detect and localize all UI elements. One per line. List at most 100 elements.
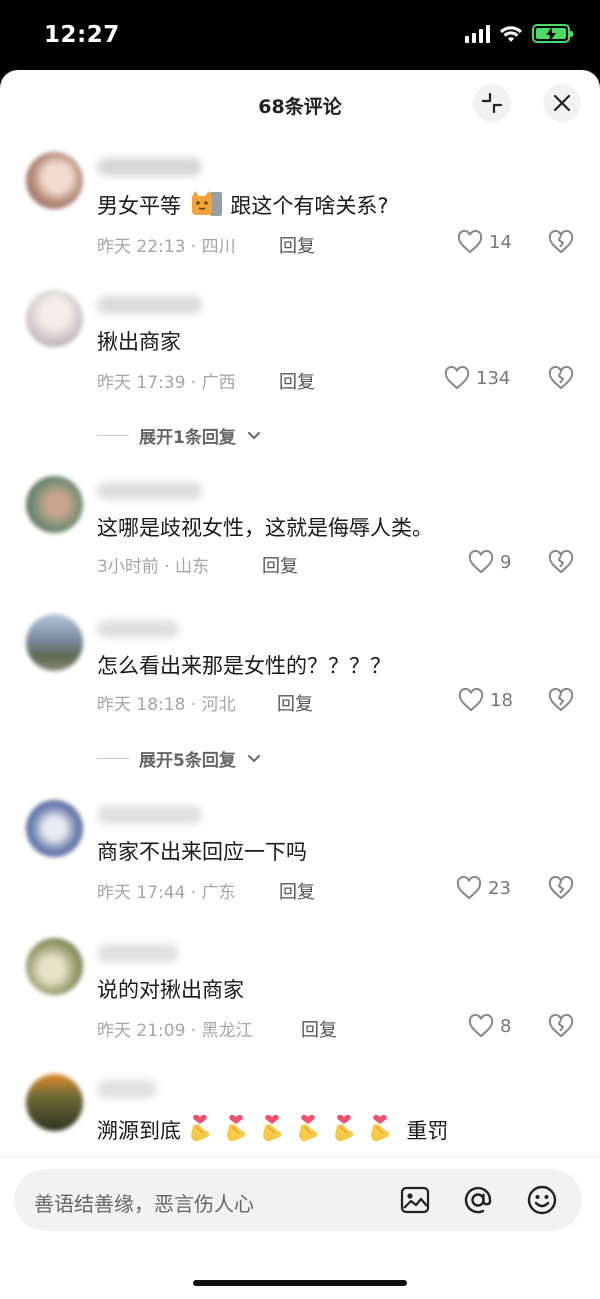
reply-button[interactable]: 回复: [301, 1016, 337, 1042]
status-time: 12:27: [44, 22, 120, 48]
at-icon: [464, 1186, 492, 1214]
reply-button[interactable]: 回复: [279, 368, 315, 394]
reply-button[interactable]: 回复: [279, 878, 315, 904]
username[interactable]: [97, 482, 202, 500]
broken-heart-icon[interactable]: [548, 366, 574, 390]
heart-icon: [468, 550, 494, 574]
heart-icon: [456, 876, 482, 900]
reply-button[interactable]: 回复: [279, 232, 315, 258]
like-button[interactable]: 18: [458, 688, 513, 712]
comment-item: 这哪是歧视女性，这就是侮辱人类。 3小时前 · 山东 回复 9: [0, 476, 600, 596]
status-bar: 12:27: [0, 0, 600, 70]
like-count: 9: [500, 551, 512, 573]
signal-icon: [465, 24, 490, 43]
comment-text: 揪出商家: [97, 330, 181, 354]
username[interactable]: [97, 158, 202, 176]
comment-input-placeholder: 善语结善缘，恶言伤人心: [34, 1192, 254, 1216]
comment-text: 怎么看出来那是女性的？？？？: [97, 654, 391, 678]
status-icons: [465, 24, 573, 43]
comment-text-part: 重罚: [406, 1119, 449, 1143]
comment-meta: 昨天 18:18 · 河北: [97, 695, 236, 715]
sheet-header: 68条评论: [0, 70, 600, 136]
avatar[interactable]: [26, 152, 83, 209]
avatar[interactable]: [26, 290, 83, 347]
comment-item: 怎么看出来那是女性的？？？？ 昨天 18:18 · 河北 回复 18: [0, 614, 600, 734]
comment-text-part: 男女平等: [97, 194, 181, 218]
avatar[interactable]: [26, 938, 83, 995]
heart-hands-emojis: [188, 1112, 400, 1149]
chevron-down-icon: [247, 431, 260, 439]
broken-heart-icon[interactable]: [548, 876, 574, 900]
like-button[interactable]: 14: [457, 230, 512, 254]
comment-meta: 昨天 17:44 · 广东: [97, 883, 236, 903]
heart-icon: [468, 1014, 494, 1038]
collapse-icon: [481, 92, 503, 114]
comment-item: 溯源到底 重罚: [0, 1074, 600, 1156]
heart-icon: [457, 230, 483, 254]
close-button[interactable]: [543, 84, 581, 122]
like-button[interactable]: 134: [444, 366, 510, 390]
heart-icon: [444, 366, 470, 390]
comment-item: 男女平等 跟这个有啥关系? 昨天 22:13 · 四川 回复 14: [0, 150, 600, 270]
comment-text: 溯源到底 重罚: [97, 1112, 448, 1149]
avatar[interactable]: [26, 476, 83, 533]
emoji-button[interactable]: [525, 1183, 559, 1217]
emoji-icon: [527, 1185, 557, 1215]
like-count: 18: [490, 689, 513, 711]
like-button[interactable]: 9: [468, 550, 511, 574]
comment-item: 说的对揪出商家 昨天 21:09 · 黑龙江 回复 8: [0, 938, 600, 1058]
reply-button[interactable]: 回复: [262, 552, 298, 578]
broken-heart-icon[interactable]: [548, 1014, 574, 1038]
battery-icon: [532, 24, 573, 43]
broken-heart-icon[interactable]: [548, 550, 574, 574]
expand-replies-label: 展开5条回复: [139, 751, 236, 771]
comment-list[interactable]: 男女平等 跟这个有啥关系? 昨天 22:13 · 四川 回复 14 揪出商家 昨…: [0, 136, 600, 1156]
like-count: 8: [500, 1015, 512, 1037]
chevron-down-icon: [247, 754, 260, 762]
comment-text: 商家不出来回应一下吗: [97, 840, 307, 864]
like-count: 14: [489, 231, 512, 253]
divider: [97, 758, 129, 759]
avatar[interactable]: [26, 800, 83, 857]
expand-replies-label: 展开1条回复: [139, 428, 236, 448]
comment-item: 揪出商家 昨天 17:39 · 广西 回复 134: [0, 288, 600, 408]
username[interactable]: [97, 1080, 157, 1098]
image-icon: [400, 1186, 430, 1214]
comment-item: 商家不出来回应一下吗 昨天 17:44 · 广东 回复 23: [0, 800, 600, 920]
comment-meta: 3小时前 · 山东: [97, 557, 210, 577]
like-count: 134: [476, 367, 511, 389]
comment-input[interactable]: 善语结善缘，恶言伤人心: [14, 1169, 582, 1231]
divider: [97, 435, 129, 436]
like-button[interactable]: 23: [456, 876, 511, 900]
home-indicator[interactable]: [193, 1280, 407, 1286]
comment-input-bar: 善语结善缘，恶言伤人心: [0, 1156, 600, 1299]
username[interactable]: [97, 620, 179, 638]
comment-text-part: 跟这个有啥关系?: [230, 194, 389, 218]
comments-sheet: 68条评论 男女平等 跟这个有啥关系? 昨天 22:13 · 四川 回复 14 …: [0, 70, 600, 1299]
comment-text-part: 溯源到底: [97, 1119, 181, 1143]
avatar[interactable]: [26, 614, 83, 671]
username[interactable]: [97, 296, 202, 314]
collapse-button[interactable]: [473, 84, 511, 122]
like-count: 23: [488, 877, 511, 899]
wifi-icon: [500, 25, 522, 42]
heart-icon: [458, 688, 484, 712]
comment-text: 说的对揪出商家: [97, 978, 244, 1002]
reply-button[interactable]: 回复: [277, 690, 313, 716]
avatar[interactable]: [26, 1074, 83, 1131]
mention-button[interactable]: [461, 1183, 495, 1217]
close-icon: [553, 94, 571, 112]
comment-meta: 昨天 17:39 · 广西: [97, 373, 236, 393]
expand-replies-button[interactable]: 展开5条回复: [97, 746, 262, 771]
username[interactable]: [97, 806, 202, 824]
broken-heart-icon[interactable]: [548, 688, 574, 712]
expand-replies-button[interactable]: 展开1条回复: [97, 423, 262, 448]
heart-hands-emoji-icon: [190, 1114, 390, 1142]
comment-text: 男女平等 跟这个有啥关系?: [97, 190, 389, 220]
like-button[interactable]: 8: [468, 1014, 511, 1038]
image-button[interactable]: [398, 1183, 432, 1217]
comment-meta: 昨天 22:13 · 四川: [97, 237, 236, 257]
username[interactable]: [97, 944, 179, 962]
comment-meta: 昨天 21:09 · 黑龙江: [97, 1021, 253, 1041]
broken-heart-icon[interactable]: [548, 230, 574, 254]
